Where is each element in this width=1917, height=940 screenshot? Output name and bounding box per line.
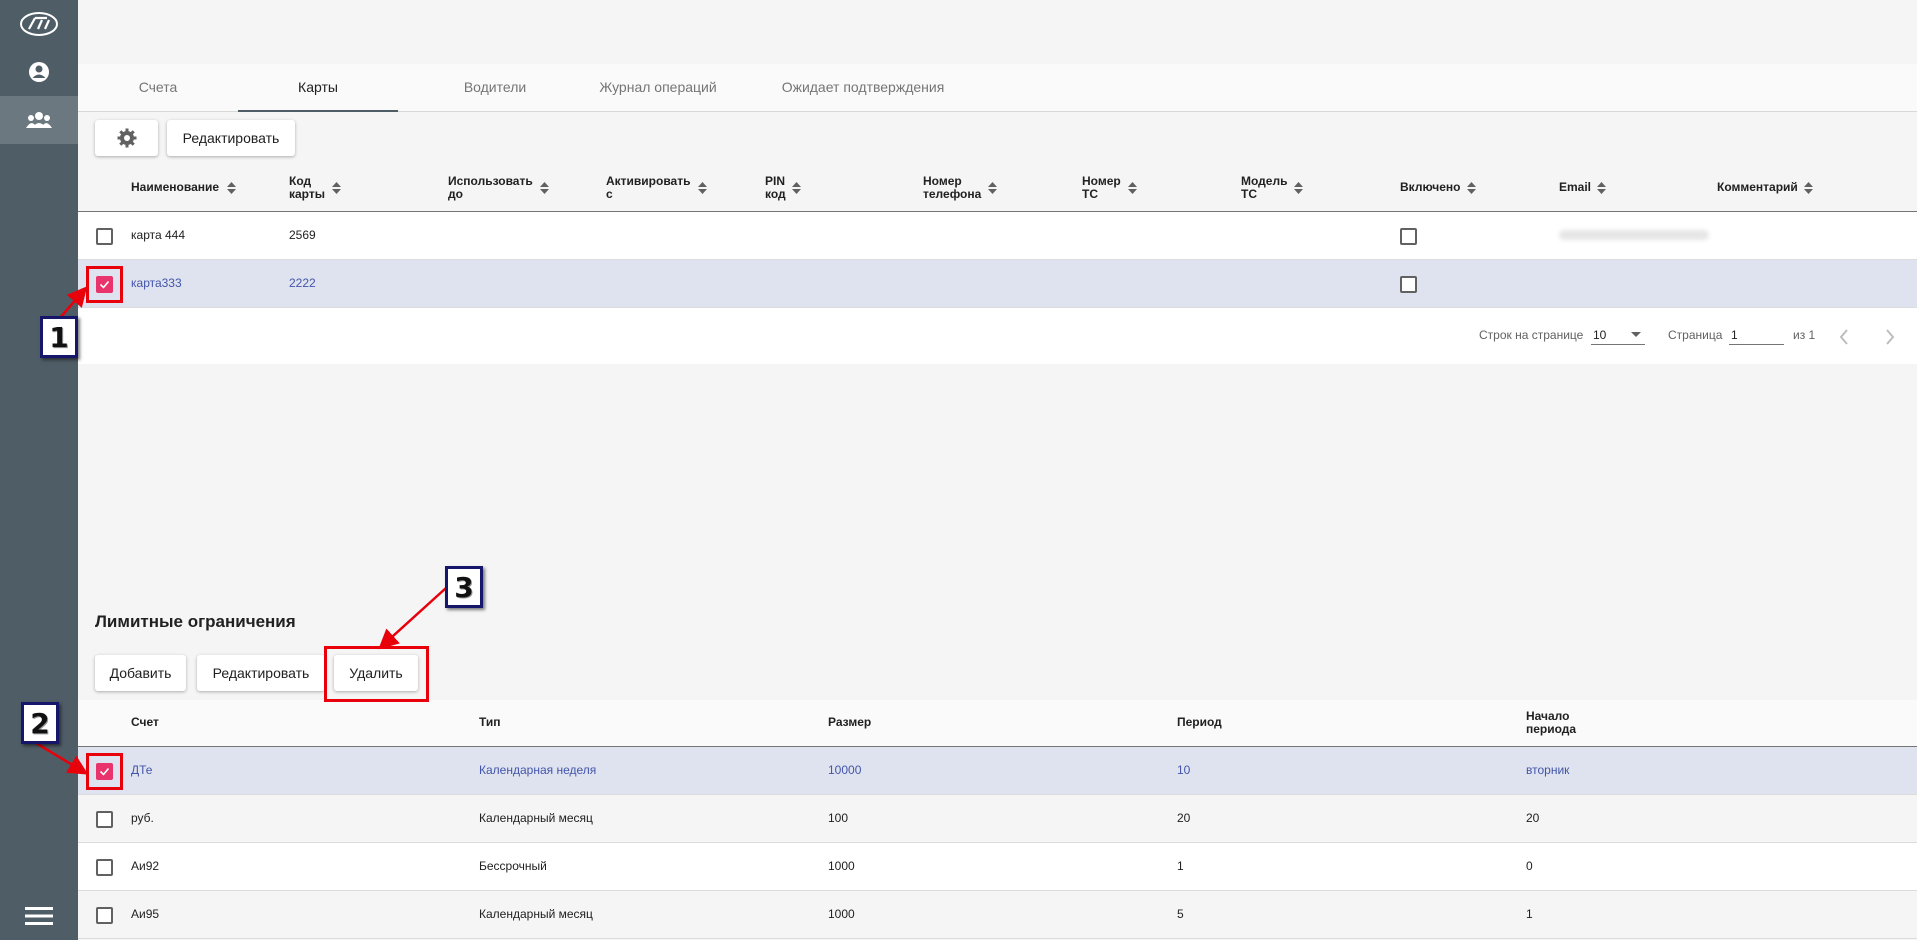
callout-2: 2: [21, 702, 59, 744]
callout-3: 3: [445, 566, 483, 608]
annotation-arrows: [35, 286, 447, 775]
callout-1: 1: [40, 316, 78, 358]
